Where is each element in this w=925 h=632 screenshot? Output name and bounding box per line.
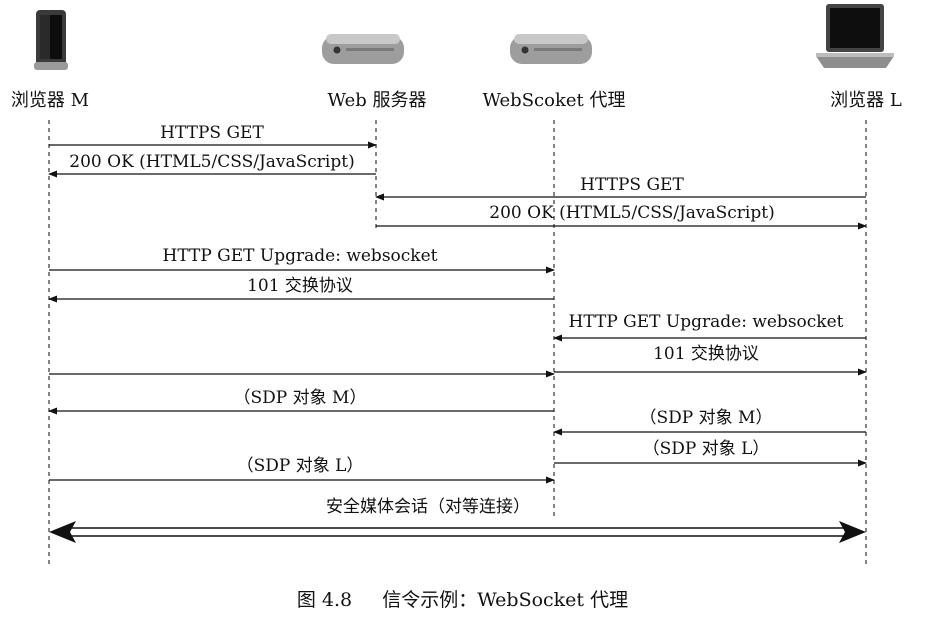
figure-caption: 图 4.8 信令示例：WebSocket 代理	[0, 585, 925, 612]
figure-number: 图 4.8	[296, 589, 353, 611]
server-icon	[510, 34, 592, 64]
tablet-icon	[34, 10, 68, 70]
message-label: HTTP GET Upgrade: websocket	[569, 312, 844, 332]
server-icon	[322, 34, 404, 64]
participant-label: WebScoket 代理	[483, 90, 626, 111]
participant-label: 浏览器 M	[11, 90, 89, 111]
message-label: （SDP 对象 M）	[640, 408, 773, 428]
figure-title: 信令示例：WebSocket 代理	[382, 589, 629, 611]
message-label: 200 OK (HTML5/CSS/JavaScript)	[489, 203, 774, 223]
message-label: （SDP 对象 L）	[643, 439, 770, 459]
sequence-diagram: 浏览器 M Web 服务器 WebScoket 代理 浏览器 L HTTPS G…	[11, 4, 902, 568]
participant-label: Web 服务器	[328, 90, 427, 111]
message-label: HTTPS GET	[580, 175, 684, 195]
message-label: 200 OK (HTML5/CSS/JavaScript)	[69, 152, 354, 172]
message-label: 101 交换协议	[247, 276, 353, 296]
message-label: （SDP 对象 M）	[234, 388, 367, 408]
participant-label: 浏览器 L	[830, 90, 902, 111]
peer-connection-arrow	[49, 521, 866, 543]
message-label: （SDP 对象 L）	[237, 456, 364, 476]
laptop-icon	[816, 4, 894, 68]
message-label: 101 交换协议	[653, 344, 759, 364]
message-label: HTTPS GET	[160, 123, 264, 143]
message-label: 安全媒体会话（对等连接）	[326, 497, 530, 517]
message-label: HTTP GET Upgrade: websocket	[163, 246, 438, 266]
